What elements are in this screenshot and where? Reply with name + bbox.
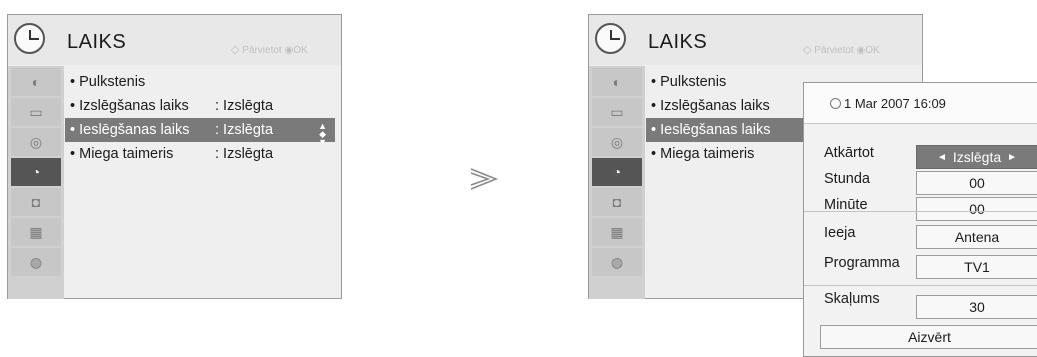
menu-item-label: Ieslēgšanas laiks — [79, 122, 190, 138]
step-arrow-icon — [470, 168, 499, 190]
navigate-icon: ◇ — [803, 44, 812, 56]
menu-item-value: : Izslēgta — [215, 146, 274, 162]
divider — [804, 285, 1037, 286]
time-icon[interactable]: ◔ — [11, 158, 61, 186]
menu-item-value: : Izslēgta — [215, 98, 274, 114]
time-icon[interactable]: ◔ — [592, 158, 642, 186]
close-button[interactable]: Aizvērt — [820, 325, 1037, 349]
menu-header: LAIKS ◇ Pārvietot ◉OK — [589, 15, 922, 65]
audio-icon[interactable]: ◎ — [592, 128, 642, 156]
navigation-hint: ◇ Pārvietot ◉OK — [803, 43, 880, 56]
input-field[interactable]: Antena — [916, 225, 1037, 249]
ok-hint-label: OK — [293, 45, 308, 56]
menu-list: • Pulkstenis • Izslēgšanas laiks : Izslē… — [65, 70, 335, 166]
small-clock-icon — [830, 98, 841, 109]
menu-header: LAIKS ◇ Pārvietot ◉OK — [8, 15, 341, 65]
menu-item-label: Izslēgšanas laiks — [660, 98, 770, 114]
menu-item-label: Pulkstenis — [79, 74, 146, 90]
program-label: Programma — [824, 255, 900, 271]
category-sidebar: ◐ ▭ ◎ ◔ ◘ ▦ ◍ — [8, 66, 64, 299]
clock-icon — [595, 23, 626, 54]
hour-field[interactable]: 00 — [916, 171, 1037, 195]
minute-field[interactable]: 00 — [916, 197, 1037, 221]
ok-icon: ◉ — [284, 45, 294, 56]
current-datetime: 1 Mar 2007 16:09 — [830, 96, 946, 111]
menu-title: LAIKS — [67, 31, 127, 53]
menu-item-on-time[interactable]: • Ieslēgšanas laiks : Izslēgta ▲ ◆ ▼ — [65, 118, 335, 147]
navigate-hint-label: Pārvietot — [814, 45, 854, 56]
menu-title: LAIKS — [648, 31, 708, 53]
volume-field[interactable]: 30 — [916, 295, 1037, 319]
arrow-right-icon[interactable]: ► — [1007, 152, 1017, 163]
screen-icon[interactable]: ▭ — [592, 98, 642, 126]
globe-icon[interactable]: ◍ — [592, 248, 642, 276]
lock-icon[interactable]: ◘ — [592, 188, 642, 216]
menu-item-clock[interactable]: • Pulkstenis — [65, 70, 335, 94]
option-icon[interactable]: ▦ — [11, 218, 61, 246]
hour-label: Stunda — [824, 171, 870, 187]
lock-icon[interactable]: ◘ — [11, 188, 61, 216]
menu-item-label: Miega taimeris — [79, 146, 174, 162]
input-label: Ieeja — [824, 225, 856, 241]
clock-icon — [14, 23, 45, 54]
menu-item-label: Miega taimeris — [660, 146, 755, 162]
picture-icon[interactable]: ◐ — [11, 68, 61, 96]
audio-icon[interactable]: ◎ — [11, 128, 61, 156]
navigate-hint-label: Pārvietot — [242, 45, 282, 56]
menu-item-value: : Izslēgta — [215, 122, 274, 138]
option-icon[interactable]: ▦ — [592, 218, 642, 246]
time-menu-panel: LAIKS ◇ Pārvietot ◉OK ◐ ▭ ◎ ◔ ◘ ▦ ◍ • Pu… — [7, 14, 342, 299]
picture-icon[interactable]: ◐ — [592, 68, 642, 96]
on-time-popup: 1 Mar 2007 16:09 Atkārtot ◄ Izslēgta ► S… — [803, 82, 1037, 357]
menu-item-label: Ieslēgšanas laiks — [660, 122, 771, 138]
volume-label: Skaļums — [824, 291, 880, 307]
navigation-hint: ◇ Pārvietot ◉OK — [231, 43, 308, 56]
screen-icon[interactable]: ▭ — [11, 98, 61, 126]
ok-hint-label: OK — [865, 45, 880, 56]
menu-item-sleep-timer[interactable]: • Miega taimeris : Izslēgta — [65, 142, 335, 166]
popup-header: 1 Mar 2007 16:09 — [804, 83, 1037, 124]
program-field[interactable]: TV1 — [916, 255, 1037, 279]
repeat-label: Atkārtot — [824, 145, 874, 161]
globe-icon[interactable]: ◍ — [11, 248, 61, 276]
arrow-left-icon[interactable]: ◄ — [937, 152, 947, 163]
divider — [804, 211, 1037, 212]
menu-item-label: Izslēgšanas laiks — [79, 98, 189, 114]
repeat-value: Izslēgta — [952, 149, 1002, 165]
menu-item-off-time[interactable]: • Izslēgšanas laiks : Izslēgta — [65, 94, 335, 118]
repeat-selector[interactable]: ◄ Izslēgta ► — [916, 145, 1037, 169]
ok-icon: ◉ — [856, 45, 866, 56]
category-sidebar: ◐ ▭ ◎ ◔ ◘ ▦ ◍ — [589, 66, 645, 299]
datetime-text: 1 Mar 2007 16:09 — [844, 96, 946, 111]
navigate-icon: ◇ — [231, 44, 240, 56]
menu-item-label: Pulkstenis — [660, 74, 727, 90]
